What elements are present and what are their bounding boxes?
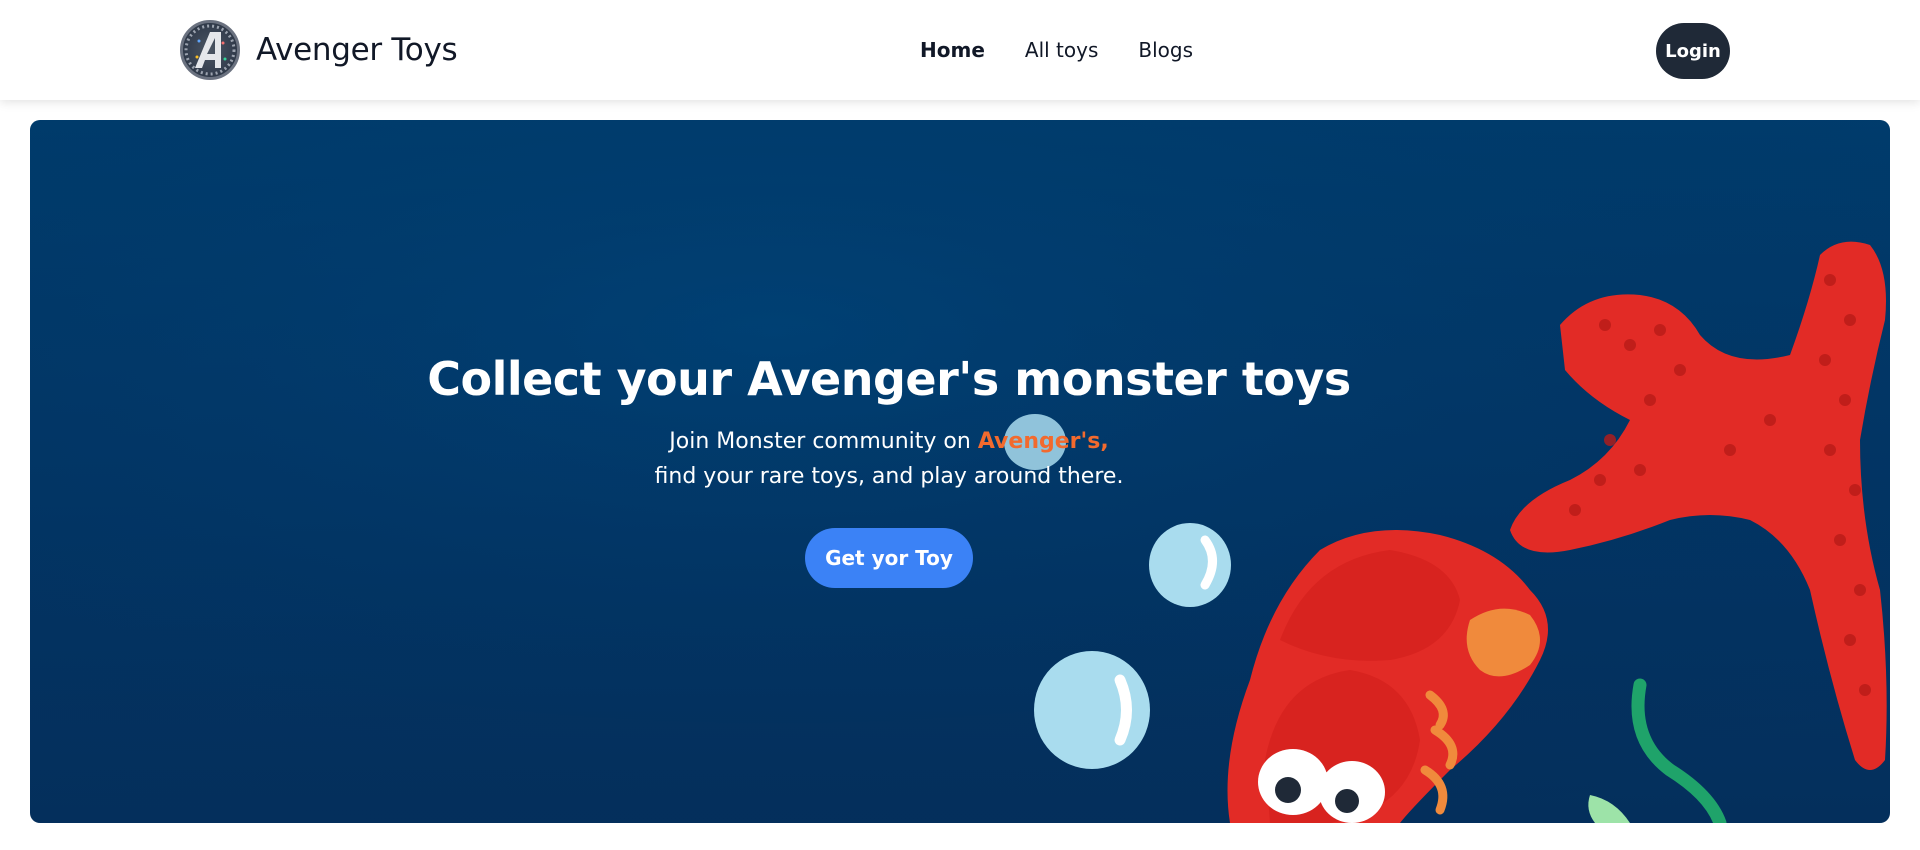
- nav-link-home[interactable]: Home: [920, 38, 985, 62]
- hero-subtitle-prefix: Join Monster community on: [669, 429, 971, 454]
- hero-content: Collect your Avenger's monster toys Join…: [30, 120, 1748, 823]
- get-toy-button[interactable]: Get yor Toy: [805, 528, 973, 588]
- hero-title: Collect your Avenger's monster toys: [427, 352, 1351, 406]
- login-button[interactable]: Login: [1656, 23, 1730, 79]
- avengers-logo-icon: [180, 20, 240, 80]
- nav-link-all-toys[interactable]: All toys: [1025, 38, 1099, 62]
- hero-subtitle: Join Monster community on Avenger's, fin…: [655, 424, 1124, 494]
- brand-name: Avenger Toys: [256, 32, 458, 68]
- main-nav: Home All toys Blogs: [920, 30, 1193, 70]
- nav-link-blogs[interactable]: Blogs: [1138, 38, 1193, 62]
- hero-banner: Collect your Avenger's monster toys Join…: [30, 120, 1890, 823]
- hero-subtitle-line2: find your rare toys, and play around the…: [654, 464, 1124, 489]
- brand-link[interactable]: Avenger Toys: [180, 20, 458, 80]
- navbar: Avenger Toys Home All toys Blogs Login: [0, 0, 1920, 100]
- hero-subtitle-accent: Avenger's,: [977, 429, 1109, 454]
